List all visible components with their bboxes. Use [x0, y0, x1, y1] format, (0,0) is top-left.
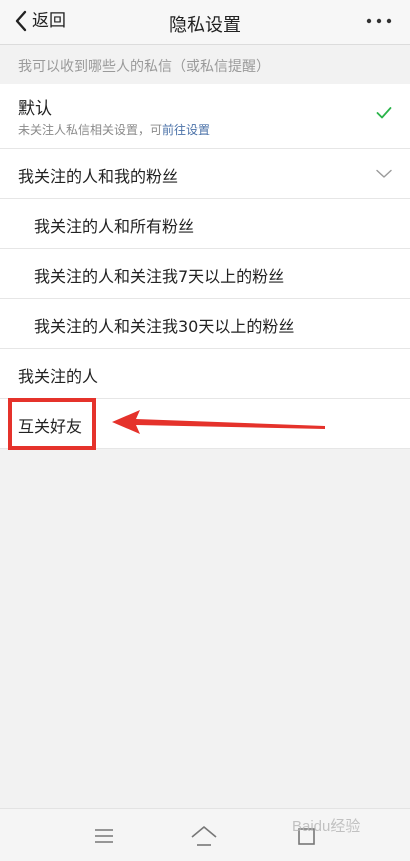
annotation-highlight-box	[8, 398, 96, 450]
home-icon[interactable]	[190, 825, 218, 847]
section-header: 我可以收到哪些人的私信（或私信提醒）	[18, 59, 270, 75]
annotation-arrow	[112, 410, 325, 434]
option-default[interactable]: 默认 未关注人私信相关设置，可前往设置	[0, 84, 410, 149]
option-follow-and-all-fans[interactable]: 我关注的人和所有粉丝	[0, 199, 410, 249]
option-follow-and-all-fans-label: 我关注的人和所有粉丝	[34, 217, 195, 236]
option-follow-and-fans-7days[interactable]: 我关注的人和关注我7天以上的粉丝	[0, 249, 410, 299]
page-title: 隐私设置	[169, 15, 241, 36]
check-icon	[376, 107, 392, 119]
option-follow-and-fans-30days[interactable]: 我关注的人和关注我30天以上的粉丝	[0, 299, 410, 349]
option-follow-and-fans-label: 我关注的人和我的粉丝	[18, 167, 179, 186]
option-following-only[interactable]: 我关注的人	[0, 349, 410, 399]
description-text: 未关注人私信相关设置，可	[18, 123, 163, 137]
option-default-description: 未关注人私信相关设置，可前往设置	[18, 121, 210, 138]
navigation-bar: 返回 隐私设置	[0, 0, 410, 45]
go-settings-link[interactable]: 前往设置	[162, 123, 210, 137]
menu-icon[interactable]	[94, 828, 114, 844]
more-button[interactable]	[362, 9, 396, 33]
watermark: Baidu经验	[292, 818, 361, 835]
option-following-only-label: 我关注的人	[18, 367, 99, 386]
option-follow-and-fans-30days-label: 我关注的人和关注我30天以上的粉丝	[34, 317, 295, 336]
option-list: 默认 未关注人私信相关设置，可前往设置 我关注的人和我的粉丝 我关注的人和所有粉…	[0, 84, 410, 449]
chevron-down-icon[interactable]	[376, 169, 392, 179]
option-follow-and-fans-7days-label: 我关注的人和关注我7天以上的粉丝	[34, 267, 285, 286]
option-follow-and-fans[interactable]: 我关注的人和我的粉丝	[0, 149, 410, 199]
option-default-label: 默认	[18, 99, 52, 119]
more-dots-icon	[366, 18, 392, 24]
